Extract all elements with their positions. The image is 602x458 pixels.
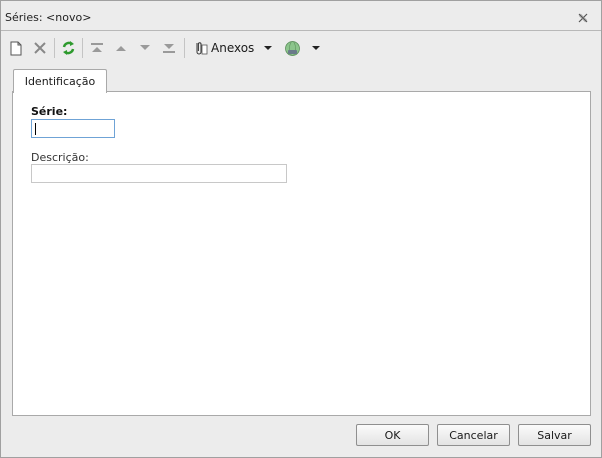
text-cursor	[35, 123, 36, 135]
globe-dropdown-caret[interactable]	[310, 38, 322, 58]
tab-panel: Série: Descrição:	[12, 91, 591, 416]
save-button[interactable]: Salvar	[518, 424, 591, 446]
dialog-window: Séries: <novo> Anexos Identificação Séri…	[0, 0, 602, 458]
serie-label: Série:	[31, 105, 68, 118]
toolbar: Anexos	[2, 32, 600, 64]
toolbar-separator	[54, 38, 55, 58]
close-icon[interactable]	[577, 12, 589, 24]
first-record-icon[interactable]	[88, 38, 106, 58]
serie-input[interactable]	[31, 119, 115, 138]
descricao-label: Descrição:	[31, 151, 89, 164]
toolbar-separator	[82, 38, 83, 58]
delete-icon[interactable]	[31, 38, 49, 58]
paperclip-icon	[192, 40, 208, 56]
descricao-input[interactable]	[31, 164, 287, 183]
title-bar: Séries: <novo>	[1, 1, 601, 30]
refresh-icon[interactable]	[59, 38, 77, 58]
anexos-button[interactable]: Anexos	[192, 38, 255, 58]
last-record-icon[interactable]	[160, 38, 178, 58]
content-area: Identificação Série: Descrição:	[9, 65, 593, 419]
tab-identificacao[interactable]: Identificação	[13, 69, 107, 93]
cancel-button[interactable]: Cancelar	[437, 424, 510, 446]
window-title: Séries: <novo>	[5, 11, 92, 24]
previous-record-icon[interactable]	[112, 38, 130, 58]
anexos-label: Anexos	[211, 41, 255, 55]
next-record-icon[interactable]	[136, 38, 154, 58]
title-divider	[1, 30, 601, 31]
new-icon[interactable]	[8, 38, 24, 58]
chevron-down-icon	[312, 46, 320, 50]
toolbar-separator	[184, 38, 185, 58]
ok-button[interactable]: OK	[356, 424, 429, 446]
anexos-dropdown-caret[interactable]	[262, 38, 274, 58]
globe-icon[interactable]	[282, 38, 302, 58]
chevron-down-icon	[264, 46, 272, 50]
